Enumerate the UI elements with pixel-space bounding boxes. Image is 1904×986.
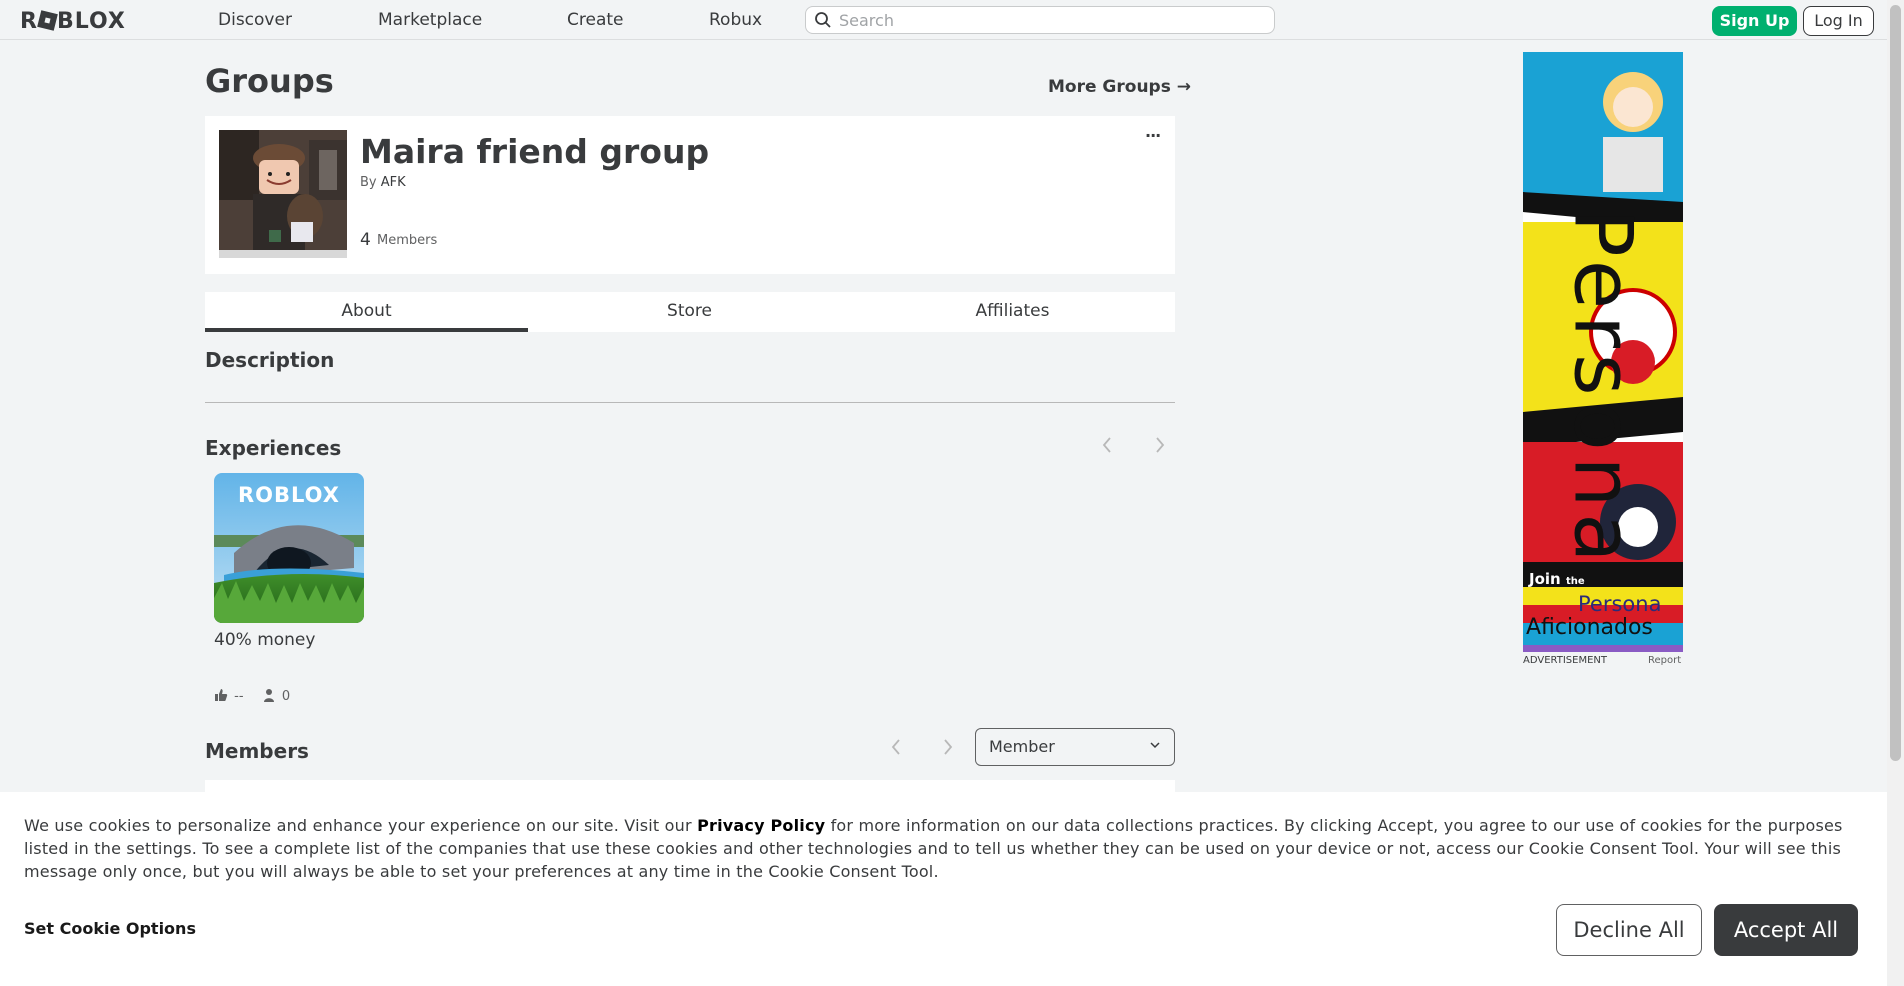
members-label: Members — [377, 233, 438, 248]
scrollbar-thumb[interactable] — [1890, 5, 1901, 761]
nav-discover[interactable]: Discover — [218, 10, 292, 30]
tab-store[interactable]: Store — [528, 292, 851, 332]
page-scrollbar[interactable] — [1887, 0, 1904, 986]
member-count: 4 — [360, 230, 371, 250]
accept-all-button[interactable]: Accept All — [1714, 904, 1858, 956]
group-emblem — [219, 130, 347, 258]
search-icon — [815, 12, 831, 28]
group-header-card: Maira friend group By AFK 4 Members ··· — [205, 116, 1175, 274]
experience-name[interactable]: 40% money — [214, 630, 315, 650]
cookie-text-before: We use cookies to personalize and enhanc… — [24, 816, 698, 835]
decline-all-button[interactable]: Decline All — [1556, 904, 1702, 956]
tab-affiliates[interactable]: Affiliates — [851, 292, 1174, 332]
set-cookie-options-link[interactable]: Set Cookie Options — [24, 919, 196, 938]
ad-join-word: Join — [1529, 570, 1561, 588]
members-heading: Members — [205, 739, 309, 763]
experiences-prev-icon[interactable] — [1101, 436, 1113, 454]
ad-the-word: the — [1565, 576, 1585, 587]
members-next-icon[interactable] — [942, 738, 954, 756]
section-divider — [205, 402, 1175, 403]
cookie-message: We use cookies to personalize and enhanc… — [24, 814, 1864, 883]
ad-aficionados-text: Aficionados — [1526, 615, 1653, 640]
more-groups-link[interactable]: More Groups → — [1048, 77, 1191, 97]
advertisement-label: ADVERTISEMENT — [1523, 655, 1608, 666]
roblox-logo[interactable]: R BLOX — [20, 9, 126, 34]
chevron-down-icon — [1150, 742, 1160, 749]
players-value: 0 — [281, 689, 291, 704]
top-nav: R BLOX Discover Marketplace Create Robux … — [0, 0, 1887, 40]
group-emblem-image — [219, 130, 347, 250]
member-role-value: Member — [989, 737, 1055, 756]
experience-stats: -- 0 — [214, 688, 290, 704]
experience-thumb-logo: ROBLOX — [238, 483, 340, 507]
ad-persona-text: Persona — [1578, 592, 1662, 616]
group-owner-line: By AFK — [360, 175, 406, 190]
member-role-select[interactable]: Member — [975, 728, 1175, 766]
tab-about[interactable]: About — [205, 292, 528, 332]
description-heading: Description — [205, 348, 335, 372]
search-placeholder: Search — [839, 11, 894, 30]
sign-up-button[interactable]: Sign Up — [1712, 6, 1797, 36]
page-title: Groups — [205, 62, 334, 100]
experiences-next-icon[interactable] — [1154, 436, 1166, 454]
more-options-icon[interactable]: ··· — [1145, 126, 1161, 145]
privacy-policy-link[interactable]: Privacy Policy — [697, 816, 825, 835]
log-in-button[interactable]: Log In — [1803, 6, 1874, 36]
player-icon — [263, 689, 274, 702]
experiences-heading: Experiences — [205, 436, 342, 460]
nav-create[interactable]: Create — [567, 10, 624, 30]
cookie-banner: We use cookies to personalize and enhanc… — [0, 792, 1887, 986]
search-input[interactable]: Search — [805, 6, 1275, 34]
members-prev-icon[interactable] — [890, 738, 902, 756]
thumbs-up-icon — [215, 689, 228, 701]
by-prefix: By — [360, 175, 377, 190]
experience-thumbnail[interactable]: ROBLOX — [214, 473, 364, 623]
nav-marketplace[interactable]: Marketplace — [378, 10, 482, 30]
advertisement-banner[interactable]: Persona Join the Persona Aficionados — [1523, 52, 1683, 652]
ad-join-text: Join the — [1529, 570, 1585, 588]
group-owner-link[interactable]: AFK — [381, 175, 406, 190]
group-tabs: About Store Affiliates — [205, 292, 1175, 332]
nav-robux[interactable]: Robux — [709, 10, 762, 30]
group-name: Maira friend group — [360, 132, 710, 171]
ad-vertical-title: Persona — [1556, 208, 1650, 569]
ad-report-link[interactable]: Report — [1648, 655, 1681, 666]
likes-value: -- — [234, 689, 244, 704]
